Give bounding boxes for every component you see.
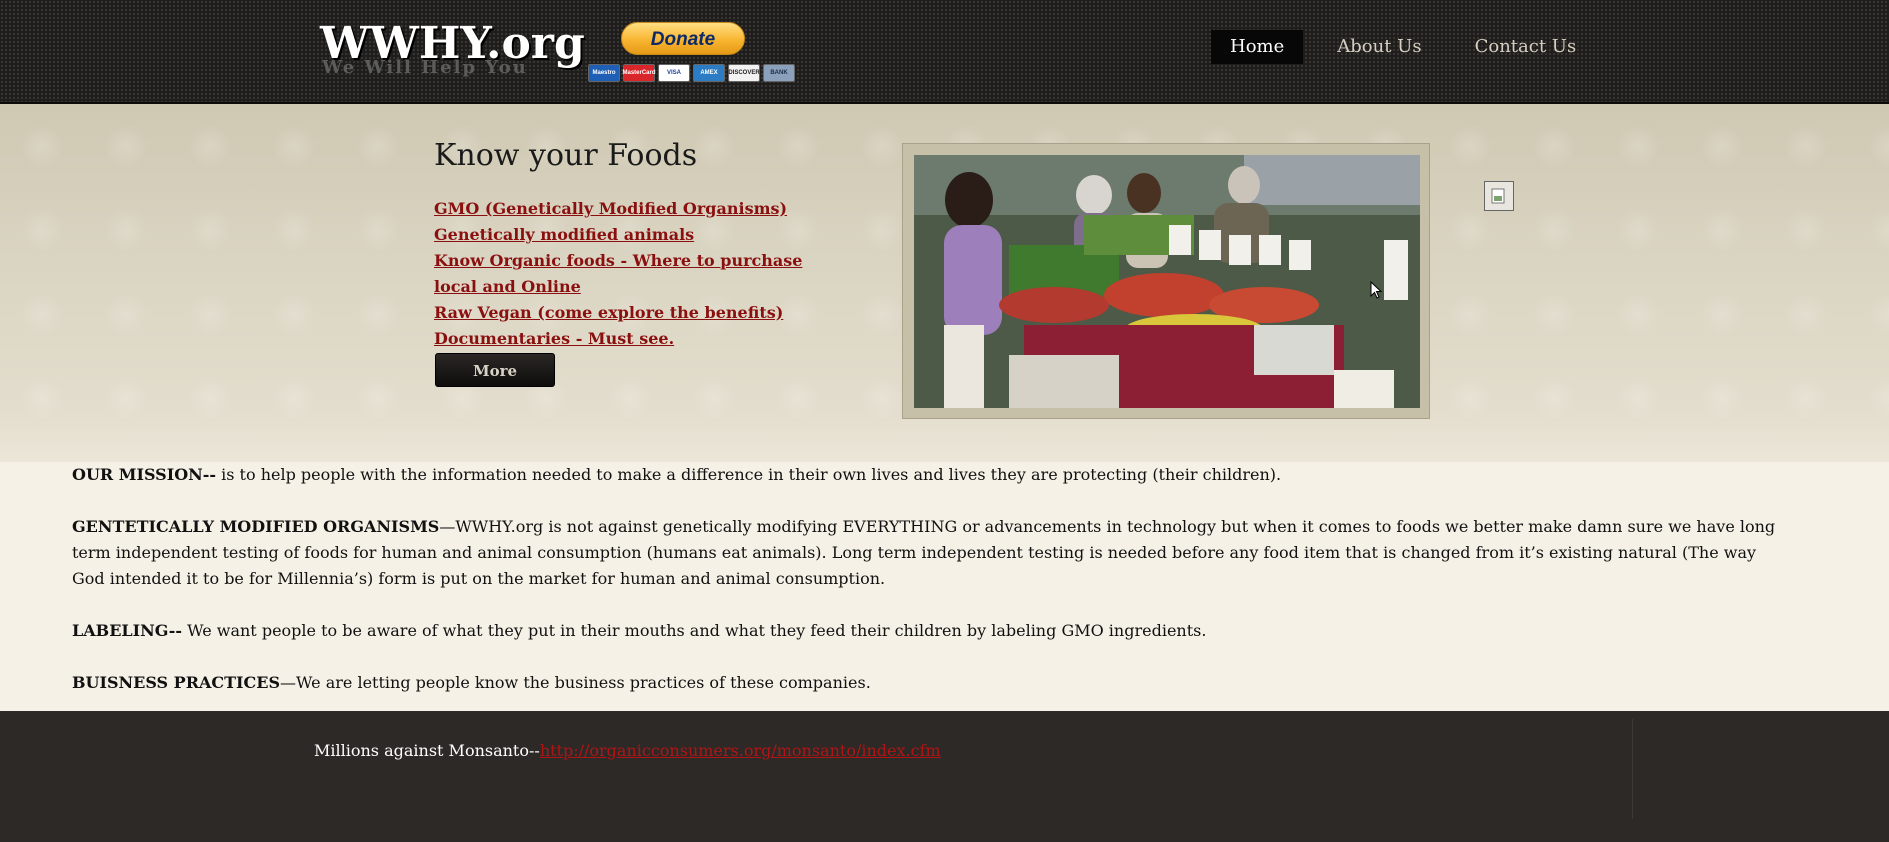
link-gmo[interactable]: GMO (Genetically Modified Organisms) — [434, 196, 834, 222]
link-documentaries[interactable]: Documentaries - Must see. — [434, 326, 834, 352]
footer-note: Millions against Monsanto--http://organi… — [314, 741, 941, 760]
mouse-cursor-icon — [1370, 280, 1383, 303]
monsanto-link[interactable]: http://organicconsumers.org/monsanto/ind… — [540, 741, 941, 760]
maestro-card-icon: Maestro — [588, 64, 620, 82]
food-links: GMO (Genetically Modified Organisms) Gen… — [434, 196, 834, 352]
labeling-paragraph: LABELING-- We want people to be aware of… — [72, 618, 1792, 644]
discover-card-icon: DISCOVER — [728, 64, 760, 82]
donate-button[interactable]: Donate — [621, 22, 745, 55]
nav-contact-us[interactable]: Contact Us — [1456, 30, 1596, 64]
site-header: WWHY.org We Will Help You Donate Maestro… — [0, 0, 1889, 104]
mastercard-card-icon: MasterCard — [623, 64, 656, 82]
main-nav: Home About Us Contact Us — [1211, 30, 1610, 64]
labeling-text: We want people to be aware of what they … — [181, 621, 1207, 640]
footer-divider — [1632, 719, 1633, 819]
content-section: OUR MISSION-- is to help people with the… — [0, 462, 1889, 711]
gmo-label: GENTETICALLY MODIFIED ORGANISMS — [72, 517, 440, 536]
hero-title: Know your Foods — [434, 138, 698, 173]
hero-section: Know your Foods GMO (Genetically Modifie… — [0, 104, 1889, 462]
photo-frame — [902, 143, 1430, 419]
nav-about-us[interactable]: About Us — [1318, 30, 1440, 64]
visa-card-icon: VISA — [658, 64, 690, 82]
farmers-market-photo — [914, 155, 1420, 408]
link-gm-animals[interactable]: Genetically modified animals — [434, 222, 834, 248]
site-footer: Millions against Monsanto--http://organi… — [0, 711, 1889, 842]
gmo-paragraph: GENTETICALLY MODIFIED ORGANISMS—WWHY.org… — [72, 514, 1792, 592]
payment-cards: Maestro MasterCard VISA AMEX DISCOVER BA… — [588, 64, 795, 82]
more-button[interactable]: More — [435, 353, 555, 387]
site-tagline: We Will Help You — [322, 57, 528, 78]
amex-card-icon: AMEX — [693, 64, 725, 82]
link-organic-foods[interactable]: Know Organic foods - Where to purchase l… — [434, 248, 834, 300]
broken-image-icon — [1484, 181, 1514, 211]
nav-home[interactable]: Home — [1211, 30, 1304, 64]
business-paragraph: BUISNESS PRACTICES—We are letting people… — [72, 670, 1792, 696]
market-illustration — [914, 155, 1420, 408]
bank-card-icon: BANK — [763, 64, 795, 82]
mission-text: is to help people with the information n… — [216, 465, 1282, 484]
mission-paragraph: OUR MISSION-- is to help people with the… — [72, 462, 1792, 488]
mission-label: OUR MISSION-- — [72, 465, 217, 484]
business-label: BUISNESS PRACTICES — [72, 673, 281, 692]
business-text: —We are letting people know the business… — [280, 673, 871, 692]
labeling-label: LABELING-- — [72, 621, 182, 640]
link-raw-vegan[interactable]: Raw Vegan (come explore the benefits) — [434, 300, 834, 326]
footer-label: Millions against Monsanto-- — [314, 741, 540, 760]
